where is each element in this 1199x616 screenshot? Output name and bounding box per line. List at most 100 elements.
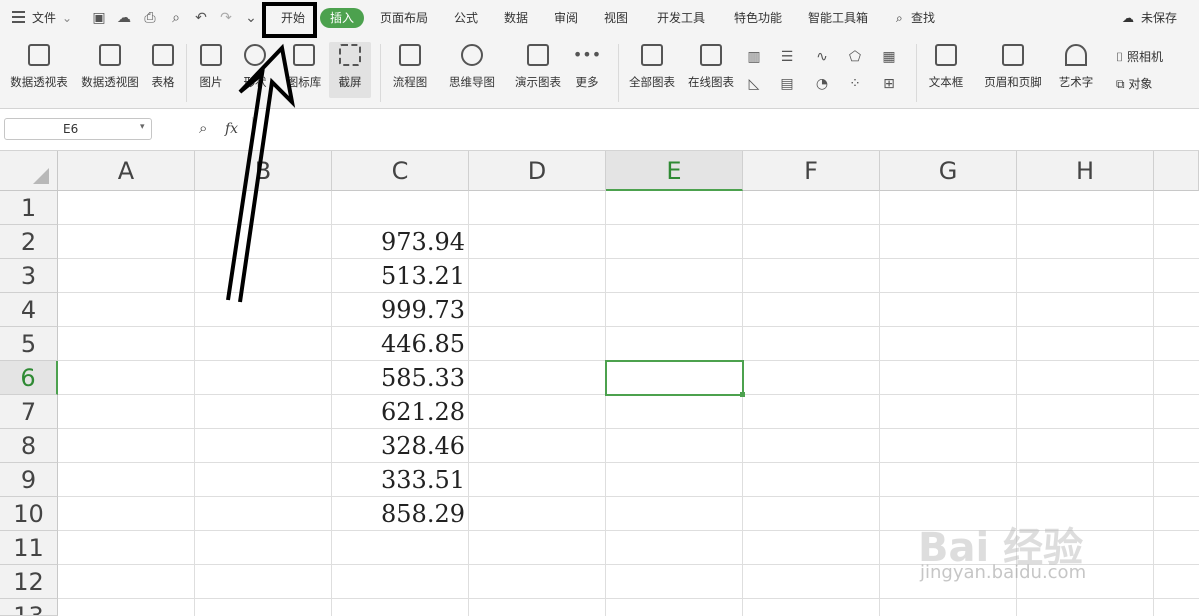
cell-c7[interactable]: 621.28 [332,398,465,426]
word-art-button[interactable]: 艺术字 [1053,44,1099,90]
tab-special-features[interactable]: 特色功能 [734,10,782,26]
column-header-f[interactable]: F [743,151,880,191]
file-menu[interactable]: 文件 [32,10,56,26]
formula-input[interactable] [252,117,1199,141]
tab-view[interactable]: 视图 [604,10,628,26]
icon-library-label: 图标库 [286,75,322,89]
column-header-e[interactable]: E [606,151,743,191]
pivot-table-button[interactable]: 数据透视表 [8,44,70,90]
cell-c5[interactable]: 446.85 [332,330,465,358]
combo-chart-icon[interactable]: ▦ [880,48,898,66]
row-header-8[interactable]: 8 [0,429,58,463]
more-button[interactable]: ••• 更多 [572,44,602,90]
fx-label[interactable]: fx [225,121,238,137]
hamburger-icon[interactable] [12,11,25,23]
menu-bar: 文件 ⌄ ▣ ☁ ⎙ ⌕ ↶ ↷ ⌄ 开始 插入 页面布局 公式 数据 审阅 视… [0,0,1199,38]
row-header-3[interactable]: 3 [0,259,58,293]
table-button[interactable]: 表格 [148,44,178,90]
all-charts-label: 全部图表 [629,75,675,89]
tab-data[interactable]: 数据 [504,10,528,26]
all-charts-button[interactable]: 全部图表 [627,44,677,90]
redo-icon[interactable]: ↷ [217,9,235,27]
column-header-a[interactable]: A [58,151,195,191]
quick-access-dropdown-icon[interactable]: ⌄ [242,9,260,27]
column-header-g[interactable]: G [880,151,1017,191]
other-chart-icon[interactable]: ⊞ [880,75,898,93]
tab-review[interactable]: 审阅 [554,10,578,26]
cell-c10[interactable]: 858.29 [332,500,465,528]
selected-cell-e6[interactable] [605,360,744,396]
cloud-sync-icon[interactable]: ☁ [1122,10,1134,26]
tab-formulas[interactable]: 公式 [454,10,478,26]
chevron-down-icon[interactable]: ⌄ [62,10,72,26]
name-box[interactable]: E6 [4,118,152,140]
fill-handle[interactable] [740,392,745,397]
print-preview-icon[interactable]: ⌕ [167,9,185,27]
row-header-9[interactable]: 9 [0,463,58,497]
row-header-4[interactable]: 4 [0,293,58,327]
column-chart-icon[interactable]: ▥ [745,48,763,66]
cell-c2[interactable]: 973.94 [332,228,465,256]
row-header-1[interactable]: 1 [0,191,58,225]
pie-chart-icon[interactable]: ◔ [813,75,831,93]
screenshot-button[interactable]: 截屏 [329,42,371,98]
area-chart-icon[interactable]: ◺ [745,75,763,93]
text-box-button[interactable]: 文本框 [924,44,968,90]
cell-c6[interactable]: 585.33 [332,364,465,392]
camera-icon: ⌷ [1116,50,1124,64]
shape-button[interactable]: 形状 [238,44,272,90]
camera-button[interactable]: ⌷ 照相机 [1116,48,1163,65]
gridline [605,191,606,616]
radar-chart-icon[interactable]: ⬠ [846,48,864,66]
line-chart-icon[interactable]: ∿ [813,48,831,66]
gridline [58,292,1199,293]
cell-c4[interactable]: 999.73 [332,296,465,324]
picture-button[interactable]: 图片 [194,44,228,90]
icon-library-button[interactable]: 图标库 [284,44,324,90]
object-button[interactable]: ⧉ 对象 [1116,75,1152,92]
mind-map-button[interactable]: 思维导图 [444,44,500,90]
gridline [468,191,469,616]
pivot-chart-button[interactable]: 数据透视图 [79,44,141,90]
tab-page-layout[interactable]: 页面布局 [380,10,428,26]
print-icon[interactable]: ⎙ [141,9,159,27]
row-header-13[interactable]: 13 [0,599,58,616]
row-header-2[interactable]: 2 [0,225,58,259]
undo-icon[interactable]: ↶ [192,9,210,27]
scatter-chart-icon[interactable]: ⁘ [846,75,864,93]
tab-insert[interactable]: 插入 [320,8,364,28]
column-header-h[interactable]: H [1017,151,1154,191]
search-icon[interactable]: ⌕ [896,10,903,26]
save-icon[interactable]: ▣ [90,9,108,27]
row-header-6[interactable]: 6 [0,361,58,395]
cell-c9[interactable]: 333.51 [332,466,465,494]
demo-chart-button[interactable]: 演示图表 [513,44,563,90]
row-header-5[interactable]: 5 [0,327,58,361]
stock-chart-icon[interactable]: ▤ [778,75,796,93]
column-header-b[interactable]: B [195,151,332,191]
save-status[interactable]: 未保存 [1141,10,1177,26]
cell-c8[interactable]: 328.46 [332,432,465,460]
zoom-search-icon[interactable]: ⌕ [199,119,207,137]
select-all-corner[interactable] [0,151,58,191]
online-chart-button[interactable]: 在线图表 [686,44,736,90]
tab-smart-toolbox[interactable]: 智能工具箱 [808,10,868,26]
row-header-7[interactable]: 7 [0,395,58,429]
cell-c3[interactable]: 513.21 [332,262,465,290]
bar-chart-small-icon[interactable]: ☰ [778,48,796,66]
mind-map-label: 思维导图 [449,75,495,89]
name-box-dropdown-icon[interactable]: ▾ [140,122,145,132]
header-footer-button[interactable]: 页眉和页脚 [982,44,1044,90]
pivot-table-icon [28,44,50,66]
column-header-c[interactable]: C [332,151,469,191]
ribbon-separator [916,44,917,102]
cloud-icon[interactable]: ☁ [115,9,133,27]
column-header-d[interactable]: D [469,151,606,191]
flowchart-button[interactable]: 流程图 [388,44,432,90]
row-header-10[interactable]: 10 [0,497,58,531]
row-header-12[interactable]: 12 [0,565,58,599]
search-button[interactable]: 查找 [911,10,935,26]
column-header-blank[interactable] [1154,151,1199,191]
tab-developer[interactable]: 开发工具 [657,10,705,26]
row-header-11[interactable]: 11 [0,531,58,565]
